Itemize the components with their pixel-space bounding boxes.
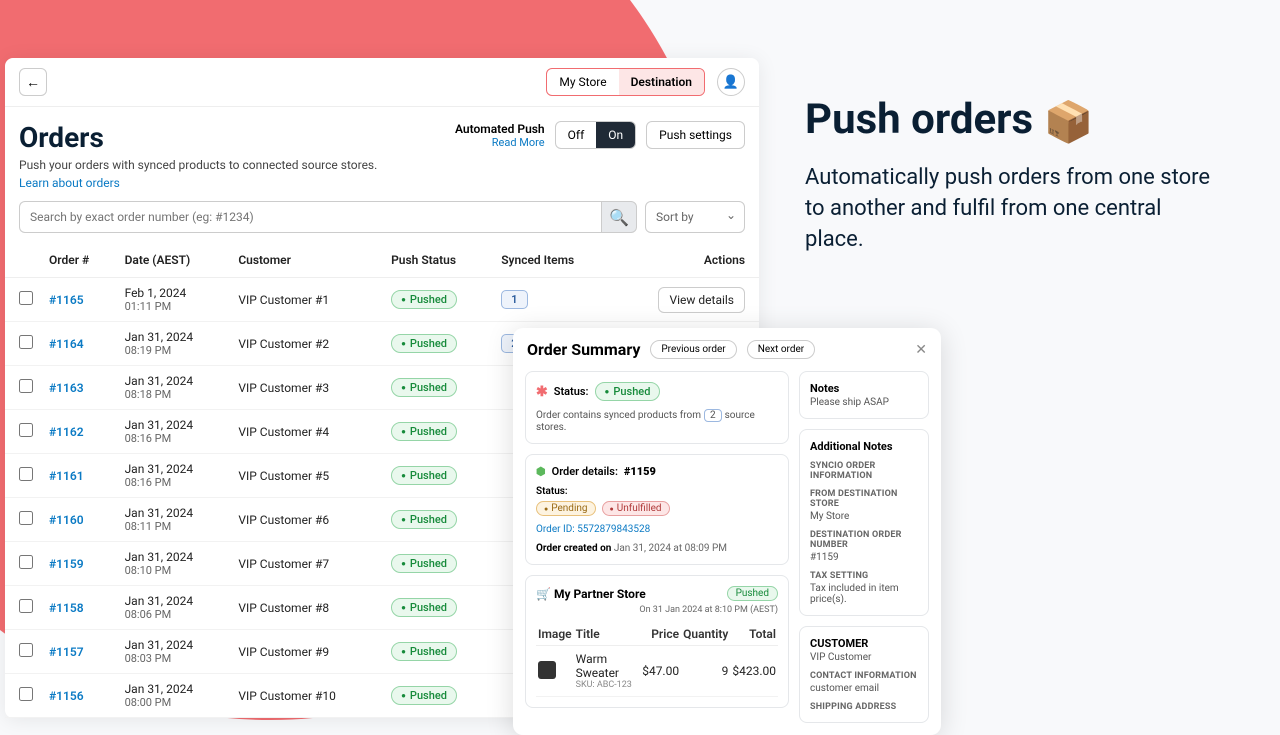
push-settings-button[interactable]: Push settings — [646, 121, 745, 149]
search-input[interactable] — [19, 201, 601, 233]
shopify-icon: ⬢ — [536, 465, 546, 478]
automated-toggle: Off On — [555, 121, 637, 149]
partner-card: 🛒 My Partner Store Pushed On 31 Jan 2024… — [525, 575, 789, 708]
marketing-desc: Automatically push orders from one store… — [805, 163, 1225, 255]
tab-destination[interactable]: Destination — [619, 69, 704, 95]
sync-icon: ✱ — [536, 384, 548, 400]
toggle-off[interactable]: Off — [556, 122, 597, 148]
page-title: Orders — [19, 121, 377, 154]
push-status-badge: Pushed — [391, 598, 457, 617]
col-customer: Customer — [230, 243, 383, 278]
push-status-badge: Pushed — [391, 510, 457, 529]
customer-name: VIP Customer #6 — [230, 498, 383, 542]
order-link[interactable]: #1159 — [49, 557, 84, 571]
line-item: Warm SweaterSKU: ABC-123 $47.00 9 $423.0… — [536, 646, 778, 697]
status-card: ✱Status: Pushed Order contains synced pr… — [525, 371, 789, 444]
push-status-badge: Pushed — [391, 422, 457, 441]
push-status-badge: Pushed — [391, 554, 457, 573]
search-button[interactable]: 🔍 — [601, 201, 637, 233]
push-status-badge: Pushed — [391, 642, 457, 661]
cart-icon: 🛒 — [536, 587, 551, 601]
col-status: Push Status — [383, 243, 493, 278]
search-icon: 🔍 — [609, 208, 629, 227]
row-checkbox[interactable] — [19, 555, 33, 569]
read-more-link[interactable]: Read More — [492, 136, 545, 149]
push-status-badge: Pushed — [391, 686, 457, 705]
order-link[interactable]: #1160 — [49, 513, 84, 527]
customer-name: VIP Customer #9 — [230, 630, 383, 674]
next-order-button[interactable]: Next order — [747, 340, 815, 359]
customer-name: VIP Customer #10 — [230, 674, 383, 718]
order-link[interactable]: #1158 — [49, 601, 84, 615]
row-checkbox[interactable] — [19, 423, 33, 437]
order-summary-panel: Order Summary Previous order Next order … — [513, 328, 941, 735]
package-icon: 📦 — [1044, 98, 1094, 145]
customer-name: VIP Customer #7 — [230, 542, 383, 586]
notes-card: Notes Please ship ASAP — [799, 371, 929, 419]
customer-name: VIP Customer #8 — [230, 586, 383, 630]
topbar: ← My Store Destination 👤 — [5, 58, 759, 107]
row-checkbox[interactable] — [19, 467, 33, 481]
row-checkbox[interactable] — [19, 335, 33, 349]
row-checkbox[interactable] — [19, 643, 33, 657]
push-status-badge: Pushed — [391, 334, 457, 353]
col-synced: Synced Items — [493, 243, 613, 278]
user-icon: 👤 — [723, 75, 739, 90]
view-details-button[interactable]: View details — [658, 287, 745, 313]
row-checkbox[interactable] — [19, 599, 33, 613]
customer-name: VIP Customer #5 — [230, 454, 383, 498]
partner-pushed-badge: Pushed — [727, 586, 778, 601]
push-status-badge: Pushed — [391, 466, 457, 485]
customer-card: CUSTOMER VIP Customer CONTACT INFORMATIO… — [799, 626, 929, 723]
prev-order-button[interactable]: Previous order — [650, 340, 736, 359]
toggle-on[interactable]: On — [596, 122, 635, 148]
col-date: Date (AEST) — [117, 243, 231, 278]
customer-name: VIP Customer #3 — [230, 366, 383, 410]
col-actions: Actions — [613, 243, 759, 278]
status-badge: Pushed — [595, 382, 661, 401]
marketing-title: Push orders 📦 — [805, 95, 1225, 145]
row-checkbox[interactable] — [19, 291, 33, 305]
order-link[interactable]: #1161 — [49, 469, 84, 483]
push-status-badge: Pushed — [391, 378, 457, 397]
store-tabs: My Store Destination — [546, 68, 705, 96]
synced-count: 1 — [501, 290, 527, 309]
customer-name: VIP Customer #2 — [230, 322, 383, 366]
product-image — [538, 661, 556, 679]
table-row: #1165Feb 1, 202401:11 PMVIP Customer #1P… — [5, 278, 759, 322]
order-id-link[interactable]: Order ID: 5572879843528 — [536, 524, 778, 535]
additional-notes-card: Additional Notes SYNCIO ORDER INFORMATIO… — [799, 429, 929, 616]
col-order: Order # — [41, 243, 117, 278]
user-menu-button[interactable]: 👤 — [717, 68, 745, 96]
learn-link[interactable]: Learn about orders — [19, 176, 120, 190]
order-link[interactable]: #1156 — [49, 689, 84, 703]
tab-my-store[interactable]: My Store — [547, 69, 618, 95]
push-status-badge: Pushed — [391, 290, 457, 309]
customer-name: VIP Customer #1 — [230, 278, 383, 322]
pending-badge: Pending — [536, 501, 596, 516]
order-link[interactable]: #1163 — [49, 381, 84, 395]
row-checkbox[interactable] — [19, 379, 33, 393]
page-subtitle: Push your orders with synced products to… — [19, 158, 377, 172]
unfulfilled-badge: Unfulfilled — [602, 501, 670, 516]
order-link[interactable]: #1164 — [49, 337, 84, 351]
summary-title: Order Summary — [527, 340, 640, 359]
row-checkbox[interactable] — [19, 511, 33, 525]
close-icon[interactable]: ✕ — [915, 342, 927, 358]
sort-select[interactable]: Sort by — [645, 201, 745, 233]
details-card: ⬢Order details: #1159 Status: Pending Un… — [525, 454, 789, 565]
back-button[interactable]: ← — [19, 68, 47, 96]
customer-name: VIP Customer #4 — [230, 410, 383, 454]
order-link[interactable]: #1157 — [49, 645, 84, 659]
order-link[interactable]: #1162 — [49, 425, 84, 439]
order-link[interactable]: #1165 — [49, 293, 84, 307]
row-checkbox[interactable] — [19, 687, 33, 701]
automated-push-label: Automated Push — [455, 122, 545, 136]
